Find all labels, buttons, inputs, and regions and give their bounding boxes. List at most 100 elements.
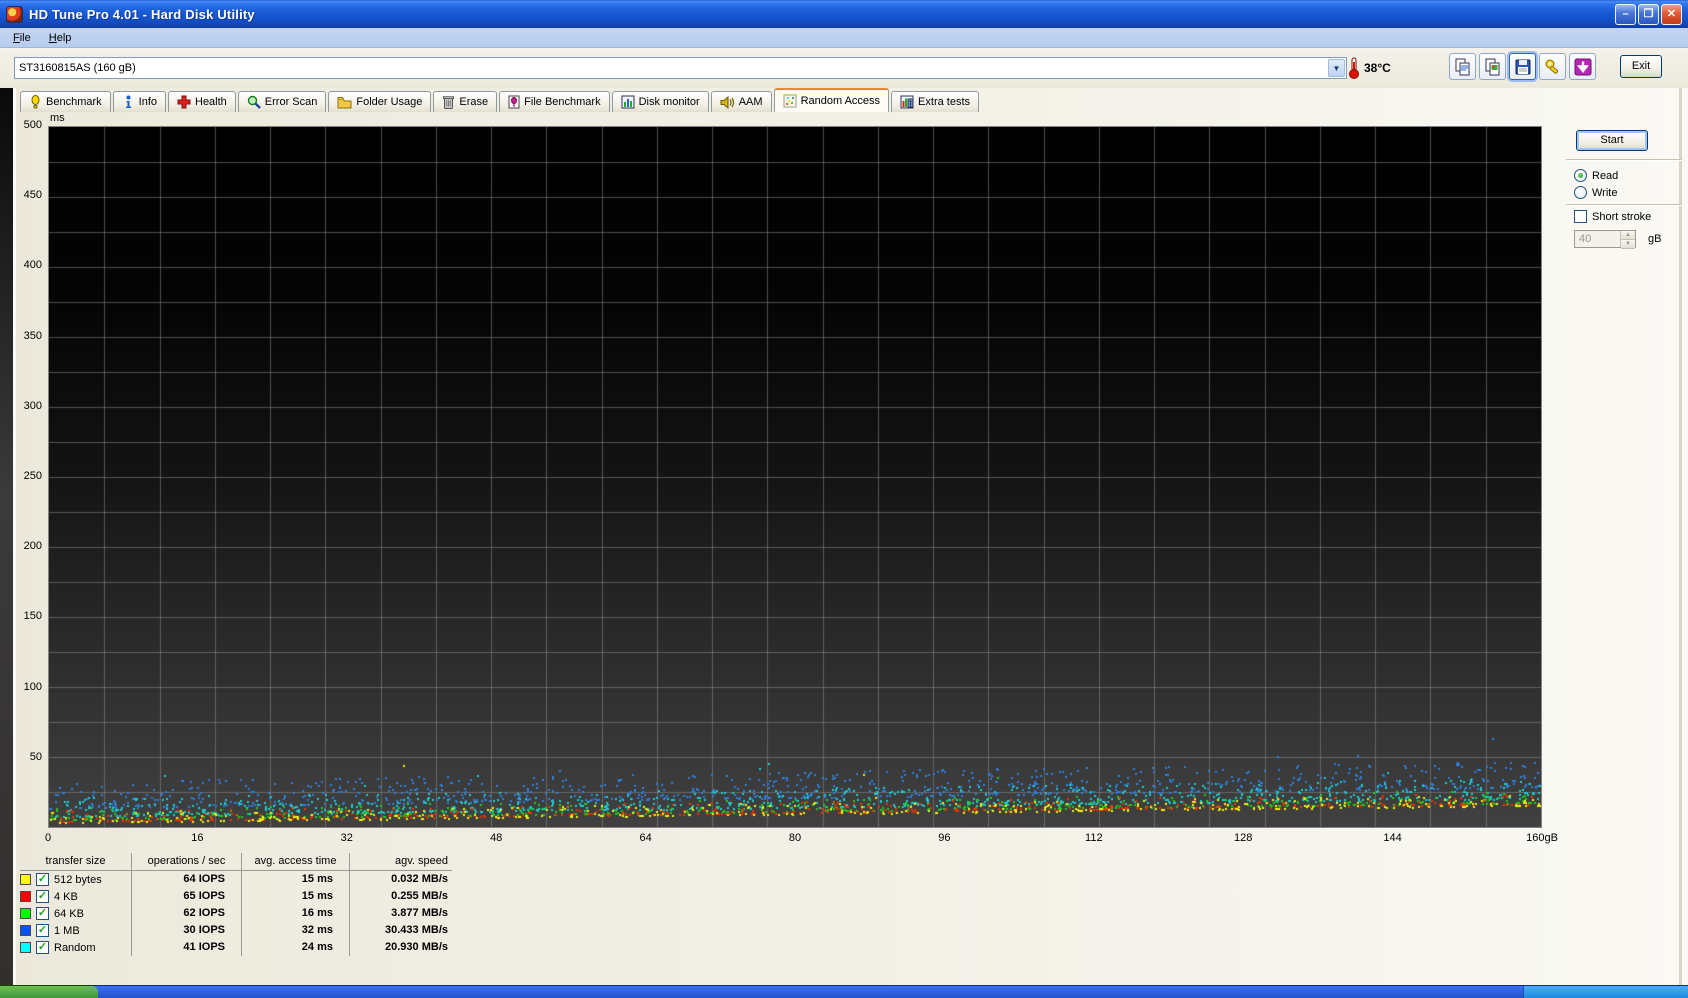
taskbar[interactable] <box>0 985 1688 998</box>
tab-label: Disk monitor <box>638 96 700 108</box>
short-stroke-checkbox[interactable] <box>1574 210 1587 223</box>
iops-value: 65 IOPS <box>132 888 242 905</box>
tab-benchmark[interactable]: Benchmark <box>20 91 111 112</box>
transfer-size-label: 1 MB <box>54 924 80 937</box>
file-benchmark-icon <box>508 95 520 109</box>
hdtune-window: HD Tune Pro 4.01 - Hard Disk Utility – ❐… <box>0 0 1688 998</box>
write-radio[interactable] <box>1574 186 1587 199</box>
menu-file[interactable]: File <box>4 30 40 46</box>
short-stroke-label: Short stroke <box>1592 210 1652 223</box>
menu-bar: File Help <box>0 28 1688 48</box>
hdtune-app-icon <box>6 5 23 23</box>
tab-folder-usage[interactable]: Folder Usage <box>328 91 432 112</box>
short-stroke-size-spinner[interactable]: 40 ▲ ▼ <box>1574 230 1636 249</box>
write-radio-row[interactable]: Write <box>1574 186 1617 199</box>
access-time-value: 32 ms <box>242 922 350 939</box>
save-button[interactable] <box>1509 53 1536 80</box>
start-button[interactable]: Start <box>1576 130 1648 151</box>
exit-button[interactable]: Exit <box>1620 55 1662 78</box>
y-tick-label: 50 <box>29 750 42 763</box>
copy-image-button[interactable] <box>1479 53 1506 80</box>
tab-random-access[interactable]: Random Access <box>773 88 890 112</box>
copy-text-button[interactable] <box>1449 53 1476 80</box>
x-tick-label: 0 <box>44 832 52 844</box>
table-row: ✓ 4 KB 65 IOPS 15 ms 0.255 MB/s <box>20 888 452 905</box>
options-icon <box>1545 59 1558 74</box>
bar-chart-icon <box>621 95 635 109</box>
read-radio-row[interactable]: Read <box>1574 169 1618 182</box>
tab-file-benchmark[interactable]: File Benchmark <box>499 91 610 112</box>
avg-speed-value: 0.255 MB/s <box>391 890 448 902</box>
table-row: ✓ 1 MB 30 IOPS 32 ms 30.433 MB/s <box>20 922 452 939</box>
access-time-value: 15 ms <box>242 871 350 888</box>
short-stroke-row[interactable]: Short stroke <box>1574 210 1651 223</box>
drive-selector[interactable]: ST3160815AS (160 gB) ▼ <box>14 57 1347 79</box>
speaker-icon <box>720 95 735 109</box>
tab-health[interactable]: Health <box>168 91 236 112</box>
y-tick-label: 250 <box>23 470 42 482</box>
x-tick-label: 32 <box>340 832 353 844</box>
series-color-swatch <box>20 891 31 902</box>
table-row: ✓ Random 41 IOPS 24 ms 20.930 MB/s <box>20 939 452 956</box>
y-tick-label: 300 <box>23 399 42 412</box>
tab-extra-tests[interactable]: Extra tests <box>891 91 980 112</box>
tab-label: Random Access <box>800 95 881 107</box>
avg-speed-value: 20.930 MB/s <box>385 941 448 953</box>
spinner-up-icon[interactable]: ▲ <box>1621 231 1635 240</box>
tab-label: File Benchmark <box>524 96 601 108</box>
transfer-size-label: 4 KB <box>54 890 78 903</box>
access-time-value: 24 ms <box>242 939 350 956</box>
info-icon <box>122 95 135 109</box>
tab-error-scan[interactable]: Error Scan <box>237 91 327 112</box>
minimize-icon[interactable]: – <box>1615 3 1636 25</box>
tab-label: Extra tests <box>918 96 971 108</box>
chevron-down-icon[interactable]: ▼ <box>1328 59 1345 77</box>
tab-info[interactable]: Info <box>112 91 166 112</box>
save-icon <box>1515 59 1530 74</box>
x-tick-label: 16 <box>191 832 204 844</box>
iops-value: 41 IOPS <box>132 939 242 956</box>
options-button[interactable] <box>1539 53 1566 80</box>
system-tray[interactable] <box>1523 986 1688 998</box>
thermometer-icon <box>1349 57 1359 79</box>
spinner-buttons[interactable]: ▲ ▼ <box>1620 231 1635 249</box>
start-menu-button[interactable] <box>0 986 98 998</box>
y-tick-label: 500 <box>23 119 42 131</box>
tab-aam[interactable]: AAM <box>710 91 772 112</box>
maximize-icon[interactable]: ❐ <box>1638 3 1659 25</box>
transfer-size-label: 64 KB <box>54 907 84 920</box>
series-checkbox[interactable]: ✓ <box>36 890 49 903</box>
window-left-edge <box>0 88 13 985</box>
x-axis-end-label: 160gB <box>1526 832 1558 844</box>
title-bar[interactable]: HD Tune Pro 4.01 - Hard Disk Utility – ❐… <box>0 0 1688 28</box>
series-checkbox[interactable]: ✓ <box>36 873 49 886</box>
series-checkbox[interactable]: ✓ <box>36 941 49 954</box>
y-tick-label: 350 <box>23 329 42 342</box>
series-checkbox[interactable]: ✓ <box>36 924 49 937</box>
separator <box>1566 204 1682 206</box>
trash-icon <box>442 95 455 109</box>
toolbar: ST3160815AS (160 gB) ▼ 38°C Exit <box>0 48 1688 88</box>
y-tick-label: 450 <box>23 189 42 202</box>
stroke-unit-label: gB <box>1648 233 1662 245</box>
extra-tests-icon <box>900 95 914 109</box>
y-axis-unit-label: ms <box>50 112 65 124</box>
drive-selector-value: ST3160815AS (160 gB) <box>19 62 136 74</box>
tab-disk-monitor[interactable]: Disk monitor <box>611 91 709 112</box>
tab-label: Health <box>195 96 227 108</box>
spinner-down-icon[interactable]: ▼ <box>1621 240 1635 249</box>
scatter-plot-canvas <box>49 127 1541 827</box>
read-radio[interactable] <box>1574 169 1587 182</box>
close-icon[interactable]: ✕ <box>1661 3 1682 25</box>
y-tick-label: 100 <box>23 680 42 693</box>
benchmark-icon <box>29 95 42 109</box>
tab-erase[interactable]: Erase <box>433 91 498 112</box>
x-tick-label: 128 <box>1234 832 1253 844</box>
col-header-avg-speed: agv. speed <box>350 853 452 871</box>
menu-help[interactable]: Help <box>40 30 81 46</box>
col-header-operations: operations / sec <box>132 853 242 871</box>
series-checkbox[interactable]: ✓ <box>36 907 49 920</box>
iops-value: 62 IOPS <box>132 905 242 922</box>
export-button[interactable] <box>1569 53 1596 80</box>
tab-strip: Benchmark Info Health Error Scan Folder … <box>16 88 1676 112</box>
